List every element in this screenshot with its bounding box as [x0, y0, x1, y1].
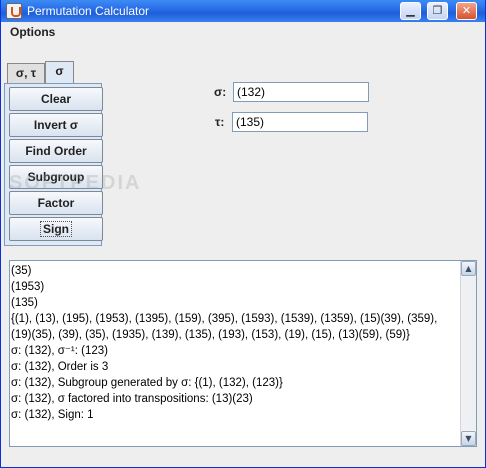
- tau-input[interactable]: (135): [232, 112, 368, 132]
- tab-panel: Clear Invert σ Find Order Subgroup Facto…: [4, 83, 103, 246]
- maximize-button[interactable]: ❐: [427, 2, 448, 20]
- output-line: σ: (132), σ⁻¹: (123): [11, 345, 108, 357]
- tab-sigma[interactable]: σ: [45, 61, 74, 84]
- scroll-up-arrow-icon[interactable]: ▲: [461, 261, 476, 276]
- tau-label: τ:: [215, 115, 225, 129]
- scroll-down-arrow-icon[interactable]: ▼: [461, 431, 476, 446]
- output-line: (19)(35), (39), (35), (1935), (139), (13…: [11, 329, 410, 341]
- scroll-track[interactable]: [461, 277, 476, 430]
- sigma-input[interactable]: (132): [233, 82, 369, 102]
- output-lines: (35) (1953) (135) {(1), (13), (195), (19…: [11, 263, 461, 423]
- factor-button[interactable]: Factor: [9, 191, 103, 215]
- clear-button[interactable]: Clear: [9, 87, 103, 111]
- output-line: (1953): [11, 281, 45, 293]
- window-title: Permutation Calculator: [27, 4, 150, 18]
- output-line: σ: (132), Subgroup generated by σ: {(1),…: [11, 377, 283, 389]
- output-line: σ: (132), Order is 3: [11, 361, 109, 373]
- find-order-button[interactable]: Find Order: [9, 139, 103, 163]
- sign-button-label: Sign: [40, 221, 72, 237]
- output-line: σ: (132), σ factored into transpositions…: [11, 393, 253, 405]
- title-bar: Permutation Calculator ▁ ❐ ✕: [1, 0, 485, 22]
- app-window: Permutation Calculator ▁ ❐ ✕ Options σ, …: [0, 0, 486, 468]
- sign-button[interactable]: Sign: [9, 217, 103, 241]
- sigma-label: σ:: [214, 85, 227, 99]
- menu-options[interactable]: Options: [10, 25, 55, 39]
- subgroup-button[interactable]: Subgroup: [9, 165, 103, 189]
- output-line: {(1), (13), (195), (1953), (1395), (159)…: [11, 313, 438, 325]
- output-text-area[interactable]: (35) (1953) (135) {(1), (13), (195), (19…: [9, 260, 477, 447]
- invert-sigma-button[interactable]: Invert σ: [9, 113, 103, 137]
- menu-bar: Options: [1, 22, 485, 42]
- output-line: (135): [11, 297, 38, 309]
- minimize-button[interactable]: ▁: [400, 2, 421, 20]
- output-line: (35): [11, 265, 32, 277]
- output-line: σ: (132), Sign: 1: [11, 409, 94, 421]
- java-cup-icon: [6, 3, 22, 19]
- close-button[interactable]: ✕: [456, 2, 477, 20]
- tab-sigma-tau[interactable]: σ, τ: [7, 63, 45, 84]
- vertical-scrollbar[interactable]: ▲ ▼: [460, 261, 476, 446]
